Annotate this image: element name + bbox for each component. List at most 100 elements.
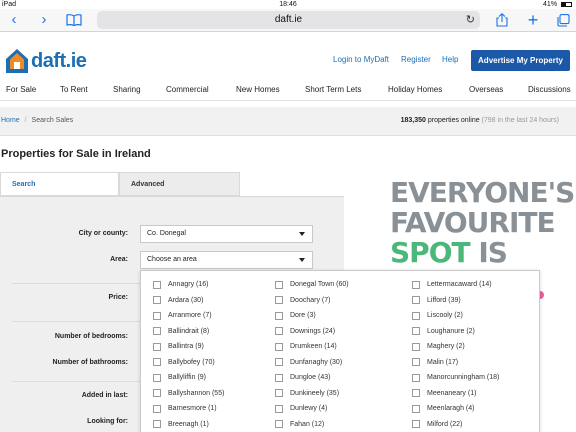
area-checkbox[interactable] <box>153 311 161 320</box>
tabs-icon[interactable] <box>553 11 573 29</box>
area-checkbox[interactable] <box>153 404 161 413</box>
city-select[interactable]: Co. Donegal <box>140 225 313 243</box>
area-option[interactable]: Ballybofey (70) <box>153 355 224 371</box>
area-option[interactable]: Fahan (12) <box>275 417 349 432</box>
area-option-label: Donegal Town (60) <box>290 281 349 288</box>
area-option[interactable]: Drumkeen (14) <box>275 339 349 355</box>
area-option-label: Loughanure (2) <box>427 327 475 335</box>
area-option[interactable]: Manorcunningham (18) <box>412 370 499 386</box>
area-checkbox[interactable] <box>412 296 420 305</box>
area-option[interactable]: Ballyshannon (55) <box>153 386 224 402</box>
nav-commercial[interactable]: Commercial <box>166 85 209 94</box>
area-option[interactable]: Ardara (30) <box>153 293 224 309</box>
area-select[interactable]: Choose an area <box>140 251 313 269</box>
area-checkbox[interactable] <box>153 389 161 398</box>
nav-holiday-homes[interactable]: Holiday Homes <box>388 85 442 94</box>
area-checkbox[interactable] <box>275 404 283 413</box>
breadcrumb-home[interactable]: Home <box>1 117 20 124</box>
daft-logo[interactable]: daft.ie <box>5 47 87 75</box>
area-option[interactable]: Dore (3) <box>275 308 349 324</box>
register-link[interactable]: Register <box>401 55 431 64</box>
area-checkbox[interactable] <box>412 327 420 336</box>
area-checkbox[interactable] <box>275 373 283 382</box>
area-checkbox[interactable] <box>153 280 161 289</box>
nav-short-term-lets[interactable]: Short Term Lets <box>305 85 361 94</box>
area-option[interactable]: Lifford (39) <box>412 293 499 309</box>
forward-icon[interactable]: › <box>34 11 54 29</box>
area-checkbox[interactable] <box>275 327 283 336</box>
help-link[interactable]: Help <box>442 55 458 64</box>
area-option[interactable]: Lettermacaward (14) <box>412 277 499 293</box>
properties-recent: (798 in the last 24 hours) <box>481 117 559 124</box>
new-tab-icon[interactable]: + <box>523 11 543 29</box>
area-checkbox[interactable] <box>153 296 161 305</box>
area-option[interactable]: Doochary (7) <box>275 293 349 309</box>
nav-to-rent[interactable]: To Rent <box>60 85 88 94</box>
nav-new-homes[interactable]: New Homes <box>236 85 280 94</box>
area-option[interactable]: Ballindrait (8) <box>153 324 224 340</box>
advertise-button[interactable]: Advertise My Property <box>471 50 570 71</box>
area-option-label: Dunkineely (35) <box>290 389 340 397</box>
area-option[interactable]: Meenlaragh (4) <box>412 401 499 417</box>
area-option[interactable]: Breenagh (1) <box>153 417 224 432</box>
area-checkbox[interactable] <box>412 420 420 429</box>
area-option[interactable]: Liscooly (2) <box>412 308 499 324</box>
area-checkbox[interactable] <box>412 311 420 320</box>
area-checkbox[interactable] <box>275 389 283 398</box>
area-checkbox[interactable] <box>275 311 283 320</box>
area-checkbox[interactable] <box>275 296 283 305</box>
nav-overseas[interactable]: Overseas <box>469 85 503 94</box>
tab-advanced[interactable]: Advanced <box>119 172 240 196</box>
area-option[interactable]: Downings (24) <box>275 324 349 340</box>
area-column-3: Lettermacaward (14) Lifford (39) Liscooly … <box>412 277 499 432</box>
area-option[interactable]: Arranmore (7) <box>153 308 224 324</box>
advert-banner[interactable]: EVERYONE'S FAVOURITE SPOT IS <box>390 178 576 268</box>
bookmarks-icon[interactable] <box>64 11 84 29</box>
area-option[interactable]: Barnesmore (1) <box>153 401 224 417</box>
area-checkbox[interactable] <box>412 389 420 398</box>
area-checkbox[interactable] <box>153 327 161 336</box>
area-option-label: Dore (3) <box>290 312 316 319</box>
area-checkbox[interactable] <box>275 358 283 367</box>
login-link[interactable]: Login to MyDaft <box>333 55 389 64</box>
area-option[interactable]: Dunlewy (4) <box>275 401 349 417</box>
area-option[interactable]: Meenaneary (1) <box>412 386 499 402</box>
nav-discussions[interactable]: Discussions <box>528 85 571 94</box>
area-option[interactable]: Malin (17) <box>412 355 499 371</box>
area-option[interactable]: Ballyliffin (9) <box>153 370 224 386</box>
area-checkbox[interactable] <box>153 373 161 382</box>
nav-for-sale[interactable]: For Sale <box>6 85 36 94</box>
area-checkbox[interactable] <box>153 358 161 367</box>
area-option[interactable]: Dungloe (43) <box>275 370 349 386</box>
nav-sharing[interactable]: Sharing <box>113 85 141 94</box>
area-option-label: Ballybofey (70) <box>168 358 215 366</box>
area-checkbox[interactable] <box>153 342 161 351</box>
address-bar[interactable]: daft.ie ↻ <box>97 11 480 29</box>
area-option[interactable]: Donegal Town (60) <box>275 277 349 293</box>
area-checkbox[interactable] <box>412 404 420 413</box>
area-option[interactable]: Annagry (16) <box>153 277 224 293</box>
area-option[interactable]: Dunfanaghy (30) <box>275 355 349 371</box>
house-logo-icon <box>5 48 29 74</box>
area-checkbox[interactable] <box>412 342 420 351</box>
area-option-label: Liscooly (2) <box>427 312 463 319</box>
area-checkbox[interactable] <box>412 358 420 367</box>
area-option[interactable]: Dunkineely (35) <box>275 386 349 402</box>
share-icon[interactable] <box>492 11 512 29</box>
reload-icon[interactable]: ↻ <box>466 11 475 29</box>
area-checkbox[interactable] <box>275 342 283 351</box>
area-checkbox[interactable] <box>275 420 283 429</box>
battery-icon <box>561 1 572 7</box>
area-option[interactable]: Maghery (2) <box>412 339 499 355</box>
added-label: Added in last: <box>81 392 128 399</box>
back-icon[interactable]: ‹ <box>4 11 24 29</box>
area-checkbox[interactable] <box>153 420 161 429</box>
area-option[interactable]: Ballintra (9) <box>153 339 224 355</box>
area-checkbox[interactable] <box>412 373 420 382</box>
area-option[interactable]: Loughanure (2) <box>412 324 499 340</box>
area-option[interactable]: Milford (22) <box>412 417 499 432</box>
looking-for-label: Looking for: <box>87 418 128 425</box>
area-checkbox[interactable] <box>275 280 283 289</box>
area-checkbox[interactable] <box>412 280 420 289</box>
tab-search[interactable]: Search <box>0 172 119 196</box>
